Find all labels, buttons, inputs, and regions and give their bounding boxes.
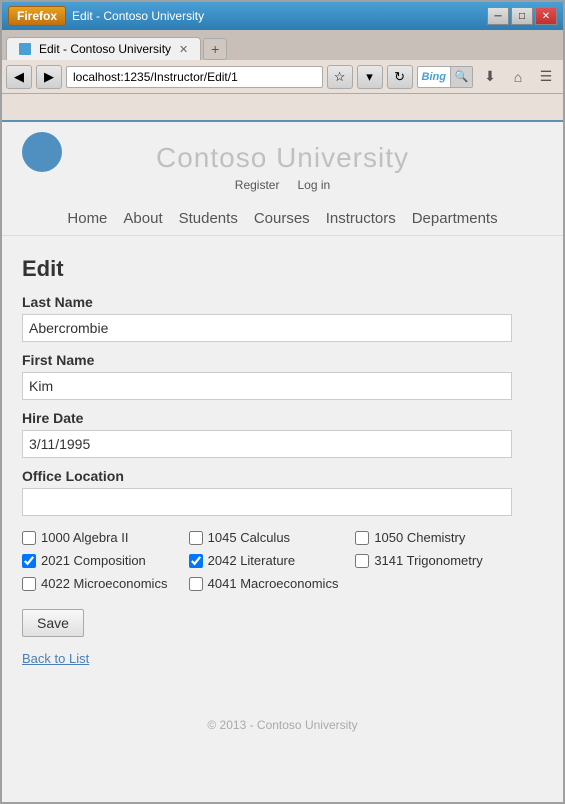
new-tab-button[interactable]: + [203, 38, 227, 60]
course-label-4: 2042 Literature [208, 553, 295, 568]
course-checkbox-2[interactable] [355, 531, 369, 545]
course-checkbox-4[interactable] [189, 554, 203, 568]
course-item-0: 1000 Algebra II [22, 530, 179, 545]
tab-label: Edit - Contoso University [39, 42, 171, 56]
browser-window: Firefox Edit - Contoso University ─ □ ✕ … [0, 0, 565, 804]
site-title: Contoso University [156, 142, 409, 174]
course-item-5: 3141 Trigonometry [355, 553, 512, 568]
firefox-button[interactable]: Firefox [8, 6, 66, 26]
restore-button[interactable]: □ [511, 7, 533, 25]
course-label-0: 1000 Algebra II [41, 530, 128, 545]
last-name-input[interactable] [22, 314, 512, 342]
course-item-6: 4022 Microeconomics [22, 576, 179, 591]
login-link[interactable]: Log in [298, 178, 331, 192]
course-item-2: 1050 Chemistry [355, 530, 512, 545]
form-container: Edit Last Name First Name Hire Date Offi… [2, 246, 563, 686]
download-icon[interactable]: ⬇ [477, 65, 503, 89]
last-name-label: Last Name [22, 294, 543, 310]
save-button[interactable]: Save [22, 609, 84, 637]
tab-close-icon[interactable]: ✕ [179, 43, 188, 56]
page-heading: Edit [22, 256, 543, 282]
course-label-6: 4022 Microeconomics [41, 576, 167, 591]
address-bar: ◀ ▶ ☆ ▾ ↻ Bing 🔍 ⬇ ⌂ ☰ [2, 60, 563, 94]
nav-instructors[interactable]: Instructors [326, 210, 396, 227]
bing-logo: Bing [418, 71, 450, 83]
first-name-label: First Name [22, 352, 543, 368]
title-bar-controls: ─ □ ✕ [487, 7, 557, 25]
auth-links: Register Log in [2, 178, 563, 192]
nav-departments[interactable]: Departments [412, 210, 498, 227]
search-bar: Bing 🔍 [417, 66, 473, 88]
course-checkbox-7[interactable] [189, 577, 203, 591]
hire-date-input[interactable] [22, 430, 512, 458]
forward-button[interactable]: ▶ [36, 65, 62, 89]
page-footer: © 2013 - Contoso University [2, 706, 563, 744]
menu-icon[interactable]: ☰ [533, 65, 559, 89]
course-checkbox-3[interactable] [22, 554, 36, 568]
nav-home[interactable]: Home [67, 210, 107, 227]
course-label-2: 1050 Chemistry [374, 530, 465, 545]
nav-menu: Home About Students Courses Instructors … [2, 202, 563, 236]
courses-grid: 1000 Algebra II 1045 Calculus 1050 Chemist… [22, 530, 512, 591]
bookmarks-down-icon[interactable]: ▾ [357, 65, 383, 89]
course-checkbox-0[interactable] [22, 531, 36, 545]
site-header: Contoso University Register Log in [2, 122, 563, 202]
office-location-input[interactable] [22, 488, 512, 516]
logo-circle [22, 132, 62, 172]
course-label-3: 2021 Composition [41, 553, 146, 568]
course-label-1: 1045 Calculus [208, 530, 290, 545]
minimize-button[interactable]: ─ [487, 7, 509, 25]
nav-students[interactable]: Students [179, 210, 238, 227]
footer-text: © 2013 - Contoso University [207, 718, 357, 732]
course-item-4: 2042 Literature [189, 553, 346, 568]
tab-title-text: Edit - Contoso University [72, 9, 204, 23]
register-link[interactable]: Register [235, 178, 280, 192]
home-icon[interactable]: ⌂ [505, 65, 531, 89]
address-input[interactable] [66, 66, 323, 88]
search-button[interactable]: 🔍 [450, 66, 472, 88]
tab-bar: Edit - Contoso University ✕ + [2, 30, 563, 60]
course-label-7: 4041 Macroeconomics [208, 576, 339, 591]
course-label-5: 3141 Trigonometry [374, 553, 482, 568]
back-button[interactable]: ◀ [6, 65, 32, 89]
nav-about[interactable]: About [123, 210, 162, 227]
tab-favicon [19, 43, 31, 55]
course-item-3: 2021 Composition [22, 553, 179, 568]
course-item-1: 1045 Calculus [189, 530, 346, 545]
hire-date-label: Hire Date [22, 410, 543, 426]
course-item-7: 4041 Macroeconomics [189, 576, 346, 591]
course-checkbox-5[interactable] [355, 554, 369, 568]
bookmarks-star-icon[interactable]: ☆ [327, 65, 353, 89]
toolbar-icons: ⬇ ⌂ ☰ [477, 65, 559, 89]
course-checkbox-6[interactable] [22, 577, 36, 591]
title-bar: Firefox Edit - Contoso University ─ □ ✕ [2, 2, 563, 30]
title-bar-left: Firefox Edit - Contoso University [8, 6, 204, 26]
toolbar-row [2, 94, 563, 122]
first-name-input[interactable] [22, 372, 512, 400]
close-button[interactable]: ✕ [535, 7, 557, 25]
office-location-label: Office Location [22, 468, 543, 484]
nav-courses[interactable]: Courses [254, 210, 310, 227]
back-to-list-link[interactable]: Back to List [22, 651, 543, 666]
refresh-button[interactable]: ↻ [387, 65, 413, 89]
page-content: Contoso University Register Log in Home … [2, 122, 563, 802]
active-tab[interactable]: Edit - Contoso University ✕ [6, 37, 201, 60]
course-checkbox-1[interactable] [189, 531, 203, 545]
